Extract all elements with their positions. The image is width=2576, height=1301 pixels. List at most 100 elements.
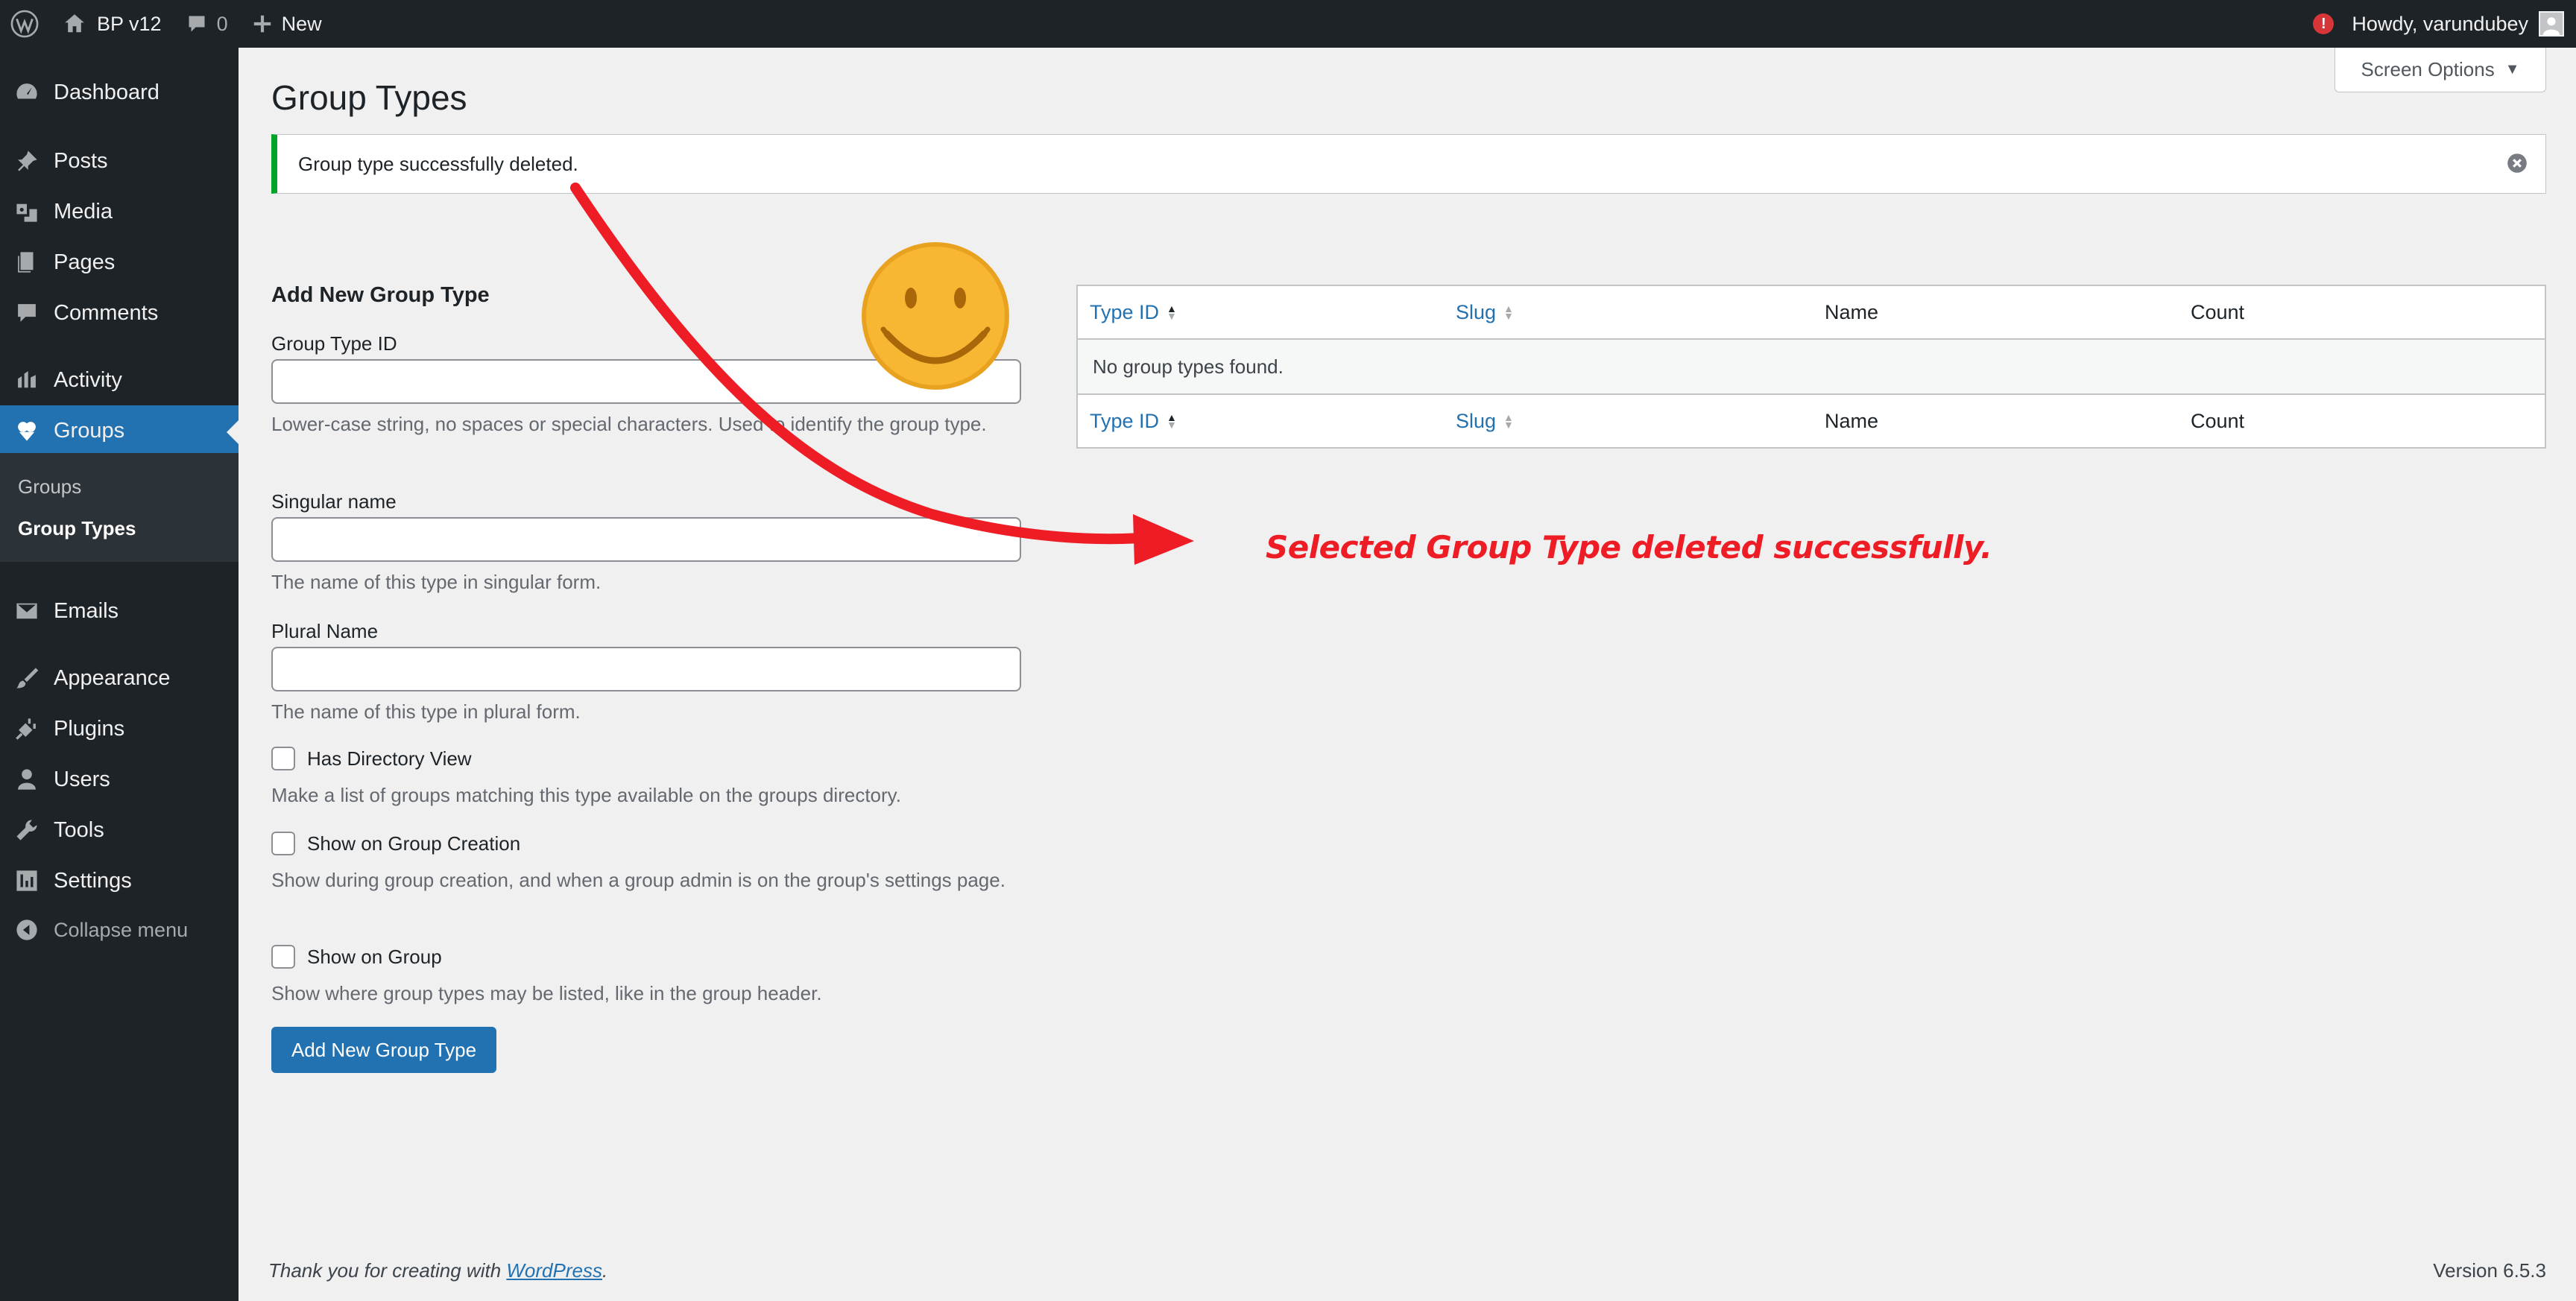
triangle-down-icon: ▼ xyxy=(2504,61,2520,77)
sidebar-item-groups[interactable]: Groups xyxy=(0,405,239,456)
directory-view-help: Make a list of groups matching this type… xyxy=(271,784,901,806)
type-id-input[interactable] xyxy=(271,359,1021,404)
dismiss-icon[interactable] xyxy=(2505,151,2529,175)
sidebar-item-label: Users xyxy=(54,767,110,791)
sidebar-item-emails[interactable]: Emails xyxy=(0,586,239,636)
groups-icon xyxy=(0,418,54,443)
admin-sidebar: Dashboard Posts Media Pages Comments Act… xyxy=(0,48,239,1301)
user-icon xyxy=(0,767,54,792)
new-label: New xyxy=(281,12,322,35)
sidebar-item-label: Groups xyxy=(54,418,125,443)
sidebar-item-posts[interactable]: Posts xyxy=(0,136,239,186)
column-type-id-label[interactable]: Type ID xyxy=(1090,410,1159,433)
directory-view-checkbox[interactable] xyxy=(271,747,295,770)
sidebar-item-users[interactable]: Users xyxy=(0,754,239,805)
show-on-group-checkbox[interactable] xyxy=(271,945,295,969)
success-notice: Group type successfully deleted. xyxy=(271,134,2546,194)
column-slug[interactable]: Slug ▲ ▼ xyxy=(1444,301,1813,324)
type-id-label: Group Type ID xyxy=(271,332,397,355)
column-slug-label[interactable]: Slug xyxy=(1456,410,1496,433)
sidebar-item-comments[interactable]: Comments xyxy=(0,288,239,338)
column-type-id[interactable]: Type ID ▲ ▼ xyxy=(1078,301,1444,324)
submenu-item-group-types[interactable]: Group Types xyxy=(18,517,136,540)
sidebar-item-activity[interactable]: Activity xyxy=(0,355,239,405)
singular-name-input[interactable] xyxy=(271,517,1021,562)
sidebar-item-label: Activity xyxy=(54,367,122,392)
screen-options-label: Screen Options xyxy=(2361,58,2495,80)
sidebar-item-label: Tools xyxy=(54,817,104,842)
footer-version: Version 6.5.3 xyxy=(2433,1259,2546,1282)
comments-count: 0 xyxy=(216,12,228,35)
column-type-id[interactable]: Type ID ▲ ▼ xyxy=(1078,410,1444,433)
notice-message: Group type successfully deleted. xyxy=(298,152,578,175)
comment-bubble-icon xyxy=(189,16,205,32)
sidebar-item-media[interactable]: Media xyxy=(0,186,239,237)
footer-thanks: Thank you for creating with WordPress. xyxy=(268,1259,607,1282)
type-id-help: Lower-case string, no spaces or special … xyxy=(271,413,987,435)
plus-icon xyxy=(253,15,271,33)
sort-arrows-icon: ▲ ▼ xyxy=(1503,303,1514,322)
admin-bar-right: ! Howdy, varundubey xyxy=(2313,0,2564,48)
show-on-group-row: Show on Group xyxy=(271,945,442,969)
group-creation-checkbox[interactable] xyxy=(271,832,295,855)
sidebar-item-label: Appearance xyxy=(54,665,171,690)
submenu-item-groups[interactable]: Groups xyxy=(18,475,81,498)
page-title: Group Types xyxy=(271,78,467,117)
show-on-group-help: Show where group types may be listed, li… xyxy=(271,982,822,1004)
table-footer-row: Type ID ▲ ▼ Slug ▲ ▼ Name Count xyxy=(1078,393,2545,447)
sidebar-item-settings[interactable]: Settings xyxy=(0,855,239,906)
empty-row: No group types found. xyxy=(1078,340,2545,393)
sidebar-item-label: Posts xyxy=(54,148,108,173)
plural-name-input[interactable] xyxy=(271,647,1021,691)
sidebar-item-appearance[interactable]: Appearance xyxy=(0,653,239,703)
group-types-table: Type ID ▲ ▼ Slug ▲ ▼ Name Count No group t… xyxy=(1076,285,2546,449)
alert-badge[interactable]: ! xyxy=(2313,13,2334,34)
column-slug[interactable]: Slug ▲ ▼ xyxy=(1444,410,1813,433)
home-icon xyxy=(65,14,84,33)
show-on-group-label[interactable]: Show on Group xyxy=(307,946,442,969)
column-type-id-label[interactable]: Type ID xyxy=(1090,301,1159,324)
admin-bar: BP v12 0 New ! Howdy, varundubey xyxy=(0,0,2576,48)
comments-link[interactable]: 0 xyxy=(174,0,240,48)
plug-icon xyxy=(0,716,54,741)
sidebar-item-pages[interactable]: Pages xyxy=(0,237,239,288)
column-name: Name xyxy=(1825,409,1879,432)
media-icon xyxy=(0,199,54,224)
dashboard-icon xyxy=(0,80,54,105)
group-creation-label[interactable]: Show on Group Creation xyxy=(307,832,520,855)
sidebar-item-label: Settings xyxy=(54,868,132,893)
brush-icon xyxy=(0,665,54,691)
new-content-link[interactable]: New xyxy=(240,0,334,48)
user-silhouette-icon xyxy=(2542,17,2560,35)
collapse-icon xyxy=(0,917,54,943)
comment-icon xyxy=(0,300,54,326)
site-name-link[interactable]: BP v12 xyxy=(51,0,174,48)
wordpress-logo-icon[interactable] xyxy=(0,0,51,48)
site-name: BP v12 xyxy=(97,12,162,35)
wordpress-link[interactable]: WordPress xyxy=(506,1259,602,1282)
singular-name-help: The name of this type in singular form. xyxy=(271,571,602,593)
main-content: Screen Options ▼ Group Types Group type … xyxy=(239,48,2576,1301)
wrench-icon xyxy=(0,817,54,843)
form-title: Add New Group Type xyxy=(271,283,490,307)
howdy-user[interactable]: Howdy, varundubey xyxy=(2352,13,2528,36)
sort-arrows-icon: ▲ ▼ xyxy=(1167,303,1177,322)
sidebar-item-dashboard[interactable]: Dashboard xyxy=(0,67,239,118)
sort-arrows-icon: ▲ ▼ xyxy=(1167,411,1177,431)
add-new-group-type-button[interactable]: Add New Group Type xyxy=(271,1027,496,1073)
avatar[interactable] xyxy=(2539,11,2564,37)
activity-icon xyxy=(0,367,54,393)
collapse-menu-label: Collapse menu xyxy=(54,918,189,941)
column-slug-label[interactable]: Slug xyxy=(1456,301,1496,324)
collapse-menu-button[interactable]: Collapse menu xyxy=(0,905,239,955)
table-header-row: Type ID ▲ ▼ Slug ▲ ▼ Name Count xyxy=(1078,286,2545,340)
sidebar-item-plugins[interactable]: Plugins xyxy=(0,703,239,754)
annotation-text: Selected Group Type deleted successfully… xyxy=(1266,529,1992,566)
footer-thanks-suffix: . xyxy=(602,1259,608,1282)
footer-thanks-prefix: Thank you for creating with xyxy=(268,1259,507,1282)
column-name: Name xyxy=(1825,300,1879,323)
sidebar-item-tools[interactable]: Tools xyxy=(0,805,239,855)
screen-options-button[interactable]: Screen Options ▼ xyxy=(2334,48,2546,92)
sidebar-item-label: Plugins xyxy=(54,716,125,741)
directory-view-label[interactable]: Has Directory View xyxy=(307,747,472,770)
